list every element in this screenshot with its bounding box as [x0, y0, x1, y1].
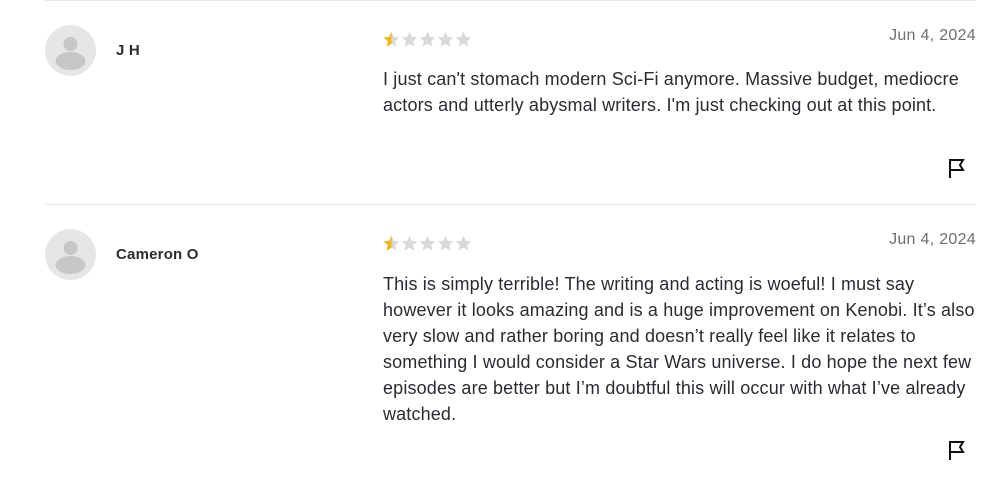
star-icon: [401, 235, 418, 251]
star-icon: [383, 31, 400, 47]
reviewer-name: J H: [116, 42, 140, 59]
review-card: J H Jun 4, 2024 I just can't stomach mod…: [0, 1, 989, 204]
review-card: Cameron O Jun 4, 2024 This is simply ter…: [0, 205, 989, 478]
star-icon: [419, 235, 436, 251]
review-list: J H Jun 4, 2024 I just can't stomach mod…: [0, 0, 989, 478]
review-text: I just can't stomach modern Sci-Fi anymo…: [383, 69, 959, 115]
review-date: Jun 4, 2024: [889, 27, 976, 44]
user-avatar-icon: [45, 229, 96, 280]
review-text: This is simply terrible! The writing and…: [383, 274, 975, 424]
star-icon: [455, 31, 472, 47]
star-icon: [419, 31, 436, 47]
star-rating: [383, 235, 473, 252]
star-icon: [437, 235, 454, 251]
star-icon: [437, 31, 454, 47]
star-icon: [383, 235, 400, 251]
flag-icon[interactable]: [947, 157, 967, 179]
star-rating: [383, 31, 473, 48]
reviewer-name: Cameron O: [116, 246, 199, 263]
star-icon: [455, 235, 472, 251]
flag-icon[interactable]: [947, 439, 967, 461]
star-icon: [401, 31, 418, 47]
user-avatar-icon: [45, 25, 96, 76]
review-date: Jun 4, 2024: [889, 231, 976, 248]
